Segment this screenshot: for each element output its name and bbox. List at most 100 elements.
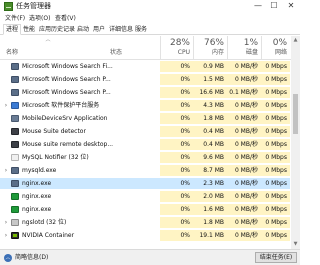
mysql-icon <box>11 154 19 161</box>
process-disk: 0 MB/秒 <box>227 139 261 150</box>
sort-indicator-icon: ︿ <box>45 37 51 43</box>
process-disk: 0 MB/秒 <box>227 126 261 137</box>
generic-app-icon <box>11 219 19 226</box>
title-bar: 任务管理器 — ☐ ✕ <box>0 0 300 13</box>
menu-view[interactable]: 查看(V) <box>55 13 76 24</box>
tab-startup[interactable]: 启动 <box>75 24 91 35</box>
process-network: 0 Mbps <box>261 100 290 111</box>
process-disk: 0 MB/秒 <box>227 178 261 189</box>
column-status-label: 状态 <box>110 49 123 56</box>
close-button[interactable]: ✕ <box>285 0 297 13</box>
expand-chevron-icon[interactable]: › <box>3 100 9 111</box>
process-cpu: 0% <box>160 165 193 176</box>
column-cpu[interactable]: 28% CPU <box>160 36 193 60</box>
process-network: 0 Mbps <box>261 152 290 163</box>
process-row[interactable]: › ngslotd (32 位) 0% 1.8 MB 0 MB/秒 0 Mbps <box>0 217 290 228</box>
process-row[interactable]: Microsoft Windows Search P... 0% 1.5 MB … <box>0 74 290 85</box>
process-network: 0 Mbps <box>261 61 290 72</box>
process-row[interactable]: nginx.exe 0% 1.6 MB 0 MB/秒 0 Mbps <box>0 204 290 215</box>
process-disk: 0 MB/秒 <box>227 230 261 241</box>
menu-file[interactable]: 文件(F) <box>5 13 25 24</box>
fewer-details-link[interactable]: 简略信息(D) <box>15 250 48 265</box>
process-network: 0 Mbps <box>261 126 290 137</box>
vertical-scrollbar[interactable]: ▲ ▼ <box>291 36 300 249</box>
process-memory: 4.3 MB <box>193 100 227 111</box>
process-name: nginx.exe <box>22 206 52 213</box>
process-row[interactable]: Mouse suite remote desktop... 0% 0.4 MB … <box>0 139 290 150</box>
tab-services[interactable]: 服务 <box>133 24 149 35</box>
status-bar: ︿ 简略信息(D) 结束任务(E) <box>0 249 300 265</box>
phone-icon <box>11 115 19 122</box>
process-cpu: 0% <box>160 178 193 189</box>
end-task-button[interactable]: 结束任务(E) <box>255 252 297 263</box>
expand-chevron-icon[interactable]: › <box>3 217 9 228</box>
process-row[interactable]: Mouse Suite detector 0% 0.4 MB 0 MB/秒 0 … <box>0 126 290 137</box>
scroll-down-arrow-icon[interactable]: ▼ <box>291 240 300 249</box>
scrollbar-thumb[interactable] <box>293 94 298 134</box>
app-window-icon <box>11 167 19 174</box>
expand-chevron-icon[interactable]: › <box>3 230 9 241</box>
process-memory: 1.8 MB <box>193 113 227 124</box>
process-memory: 1.6 MB <box>193 204 227 215</box>
minimize-button[interactable]: — <box>252 0 264 13</box>
process-name: ngslotd (32 位) <box>22 219 67 226</box>
process-cpu: 0% <box>160 139 193 150</box>
process-cpu: 0% <box>160 126 193 137</box>
process-name: MobileDeviceSrv Application <box>22 115 108 122</box>
process-cpu: 0% <box>160 217 193 228</box>
scroll-up-arrow-icon[interactable]: ▲ <box>291 36 300 45</box>
process-network: 0 Mbps <box>261 165 290 176</box>
tab-app-history[interactable]: 应用历史记录 <box>37 24 77 35</box>
tab-details[interactable]: 详细信息 <box>107 24 135 35</box>
process-disk: 0 MB/秒 <box>227 74 261 85</box>
menu-options[interactable]: 选项(O) <box>29 13 50 24</box>
process-row[interactable]: › Microsoft 软件保护平台服务 0% 4.3 MB 0 MB/秒 0 … <box>0 100 290 111</box>
process-memory: 0.9 MB <box>193 61 227 72</box>
process-network: 0 Mbps <box>261 191 290 202</box>
process-row[interactable]: Microsoft Windows Search P... 0% 16.6 MB… <box>0 87 290 98</box>
process-disk: 0 MB/秒 <box>227 165 261 176</box>
process-memory: 2.3 MB <box>193 178 227 189</box>
column-status[interactable]: 状态 <box>96 36 160 60</box>
network-total-percent: 0% <box>272 38 287 48</box>
process-row-selected[interactable]: nginx.exe 0% 2.3 MB 0 MB/秒 0 Mbps <box>0 178 290 189</box>
process-name: Microsoft 软件保护平台服务 <box>22 102 100 109</box>
process-disk: 0 MB/秒 <box>227 204 261 215</box>
window-title: 任务管理器 <box>16 2 51 10</box>
column-network[interactable]: 0% 网络 <box>261 36 290 60</box>
process-list: Microsoft Windows Search Fi... 0% 0.9 MB… <box>0 61 300 249</box>
process-disk: 0 MB/秒 <box>227 152 261 163</box>
column-name[interactable]: ︿ 名称 <box>0 36 96 60</box>
process-row[interactable]: Microsoft Windows Search Fi... 0% 0.9 MB… <box>0 61 290 72</box>
disk-total-percent: 1% <box>243 38 258 48</box>
process-row[interactable]: › mysqld.exe 0% 8.7 MB 0 MB/秒 0 Mbps <box>0 165 290 176</box>
process-cpu: 0% <box>160 100 193 111</box>
process-row[interactable]: MobileDeviceSrv Application 0% 1.8 MB 0 … <box>0 113 290 124</box>
process-memory: 1.8 MB <box>193 217 227 228</box>
process-memory: 8.7 MB <box>193 165 227 176</box>
nginx-icon <box>11 193 19 200</box>
process-network: 0 Mbps <box>261 230 290 241</box>
tab-performance[interactable]: 性能 <box>21 24 37 35</box>
shield-icon <box>11 102 19 109</box>
column-disk[interactable]: 1% 磁盘 <box>227 36 261 60</box>
column-header: ︿ 名称 状态 28% CPU 76% 内存 1% 磁盘 0% 网络 <box>0 36 300 60</box>
process-name: NVIDIA Container <box>22 232 75 239</box>
chevron-up-icon[interactable]: ︿ <box>4 254 12 262</box>
process-name: Microsoft Windows Search P... <box>22 89 111 96</box>
process-row[interactable]: › NVIDIA Container 0% 19.1 MB 0 MB/秒 0 M… <box>0 230 290 241</box>
tab-processes[interactable]: 进程 <box>3 24 22 35</box>
process-network: 0 Mbps <box>261 139 290 150</box>
tab-users[interactable]: 用户 <box>91 24 107 35</box>
process-cpu: 0% <box>160 204 193 215</box>
expand-chevron-icon[interactable]: › <box>3 165 9 176</box>
process-disk: 0 MB/秒 <box>227 100 261 111</box>
maximize-button[interactable]: ☐ <box>268 0 280 13</box>
process-name: Microsoft Windows Search P... <box>22 76 111 83</box>
column-memory[interactable]: 76% 内存 <box>193 36 227 60</box>
process-cpu: 0% <box>160 74 193 85</box>
column-name-label: 名称 <box>6 49 19 56</box>
process-row[interactable]: MySQL Notifier (32 位) 0% 9.6 MB 0 MB/秒 0… <box>0 152 290 163</box>
process-name: nginx.exe <box>22 180 52 187</box>
process-row[interactable]: nginx.exe 0% 2.0 MB 0 MB/秒 0 Mbps <box>0 191 290 202</box>
